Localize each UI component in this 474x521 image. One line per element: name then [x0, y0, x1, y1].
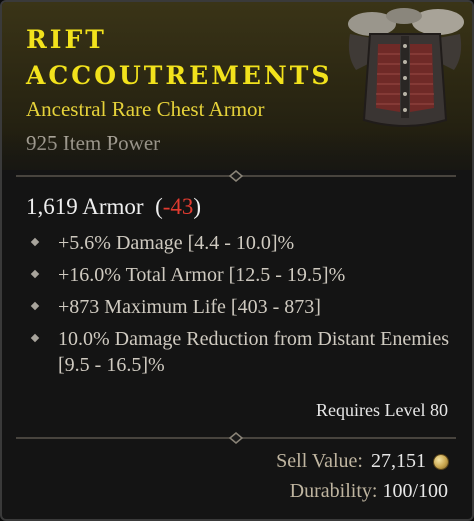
item-name-line2: ACCOUTREMENTS — [26, 61, 333, 90]
item-tooltip: RIFT ACCOUTREMENTS Ancestral Rare Chest … — [0, 0, 474, 521]
diamond-bullet-icon — [30, 301, 40, 311]
item-power: 925 Item Power — [26, 131, 161, 155]
tooltip-header: RIFT ACCOUTREMENTS Ancestral Rare Chest … — [2, 2, 472, 170]
item-name: RIFT ACCOUTREMENTS — [26, 22, 332, 94]
armor-delta-close: ) — [193, 194, 202, 219]
durability-value: 100/100 — [382, 480, 448, 502]
affix-damage-reduction: 10.0% Damage Reduction from Distant Enem… — [30, 326, 450, 378]
armor-delta-open: ( — [155, 194, 163, 219]
sell-value: Sell Value: 27,151 — [276, 450, 448, 473]
level-requirement: Requires Level 80 — [316, 400, 448, 420]
sell-value-label: Sell Value: — [276, 450, 363, 472]
affix-total-armor: +16.0% Total Armor [12.5 - 19.5]% — [30, 262, 450, 288]
divider-top — [16, 170, 456, 182]
durability-label: Durability: — [289, 480, 378, 502]
armor-stat: 1,619 Armor (-43) — [26, 194, 201, 220]
chest-armor-icon — [348, 8, 464, 127]
durability: Durability: 100/100 — [290, 480, 448, 503]
armor-delta: -43 — [162, 194, 194, 219]
divider-bottom — [16, 432, 456, 444]
item-type: Ancestral Rare Chest Armor — [26, 97, 265, 121]
diamond-bullet-icon — [30, 237, 40, 247]
affix-damage: +5.6% Damage [4.4 - 10.0]% — [30, 230, 450, 256]
diamond-bullet-icon — [30, 269, 40, 279]
armor-value: 1,619 Armor — [26, 194, 144, 219]
item-name-line1: RIFT — [26, 25, 107, 54]
affix-list: +5.6% Damage [4.4 - 10.0]% +16.0% Total … — [30, 230, 450, 384]
sell-value-amount: 27,151 — [371, 450, 426, 472]
gold-coin-icon — [434, 454, 448, 469]
affix-maximum-life: +873 Maximum Life [403 - 873] — [30, 294, 450, 320]
diamond-bullet-icon — [30, 333, 40, 343]
